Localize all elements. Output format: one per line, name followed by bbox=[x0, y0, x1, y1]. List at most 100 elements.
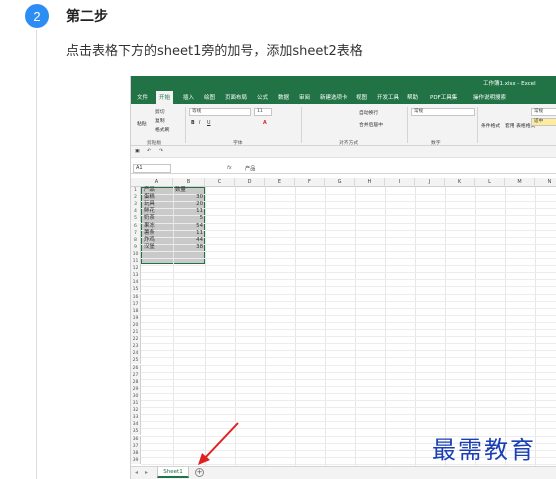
font-size-select[interactable]: 11 bbox=[254, 108, 272, 116]
tab-page-layout[interactable]: 页面布局 bbox=[225, 93, 247, 101]
column-header[interactable]: I bbox=[385, 178, 415, 187]
table-cell[interactable]: 奶茶 bbox=[144, 215, 155, 222]
italic-button[interactable]: I bbox=[199, 121, 200, 126]
row-header[interactable]: 32 bbox=[131, 407, 141, 415]
row-header[interactable]: 13 bbox=[131, 272, 141, 280]
column-header[interactable]: F bbox=[295, 178, 325, 187]
column-header[interactable]: L bbox=[475, 178, 505, 187]
column-header[interactable]: N bbox=[535, 178, 556, 187]
prev-sheet-icon[interactable]: ◂ bbox=[135, 469, 138, 476]
save-icon[interactable]: ▣ bbox=[135, 149, 140, 154]
tab-file[interactable]: 文件 bbox=[137, 93, 148, 101]
row-header[interactable]: 28 bbox=[131, 378, 141, 386]
cut-button[interactable]: 剪切 bbox=[155, 108, 165, 115]
fx-icon[interactable]: fx bbox=[227, 165, 232, 171]
row-header[interactable]: 15 bbox=[131, 286, 141, 294]
font-color-button[interactable]: A bbox=[263, 121, 267, 126]
table-cell[interactable]: 20 bbox=[173, 201, 203, 208]
row-header[interactable]: 26 bbox=[131, 364, 141, 372]
row-header[interactable]: 4 bbox=[131, 208, 141, 216]
tab-formulas[interactable]: 公式 bbox=[257, 93, 268, 101]
formula-input[interactable]: 产品 bbox=[245, 165, 255, 172]
row-header[interactable]: 18 bbox=[131, 307, 141, 315]
row-header[interactable]: 31 bbox=[131, 400, 141, 407]
table-cell[interactable]: 30 bbox=[173, 194, 203, 201]
row-header[interactable]: 6 bbox=[131, 222, 141, 230]
row-header[interactable]: 39 bbox=[131, 456, 141, 464]
row-header[interactable]: 35 bbox=[131, 428, 141, 436]
row-header[interactable]: 23 bbox=[131, 343, 141, 351]
row-header[interactable]: 34 bbox=[131, 421, 141, 429]
tab-developer[interactable]: 开发工具 bbox=[377, 93, 399, 101]
row-header[interactable]: 30 bbox=[131, 392, 141, 400]
copy-button[interactable]: 复制 bbox=[155, 117, 165, 124]
row-header[interactable]: 11 bbox=[131, 258, 141, 265]
column-header[interactable]: H bbox=[355, 178, 385, 187]
column-header[interactable]: E bbox=[265, 178, 295, 187]
style-neutral[interactable]: 适中 bbox=[531, 118, 556, 126]
tab-draw[interactable]: 绘图 bbox=[204, 93, 215, 101]
row-header[interactable]: 27 bbox=[131, 371, 141, 379]
table-cell[interactable]: 54 bbox=[173, 223, 203, 230]
table-cell[interactable]: 果冻 bbox=[144, 223, 155, 230]
column-header[interactable]: K bbox=[445, 178, 475, 187]
paste-button[interactable]: 粘贴 bbox=[137, 120, 147, 127]
row-header[interactable]: 10 bbox=[131, 250, 141, 258]
column-header[interactable]: B bbox=[173, 178, 205, 187]
conditional-format-button[interactable]: 条件格式 bbox=[481, 122, 500, 129]
redo-icon[interactable]: ↷ bbox=[159, 149, 163, 154]
tab-insert[interactable]: 插入 bbox=[183, 93, 194, 101]
row-header[interactable]: 5 bbox=[131, 215, 141, 223]
row-header[interactable]: 9 bbox=[131, 243, 141, 251]
row-header[interactable]: 17 bbox=[131, 300, 141, 308]
row-header[interactable]: 16 bbox=[131, 293, 141, 301]
table-cell[interactable]: 汉堡 bbox=[144, 244, 155, 251]
table-cell[interactable]: 数量 bbox=[175, 187, 186, 194]
row-header[interactable]: 37 bbox=[131, 442, 141, 450]
column-header[interactable]: G bbox=[325, 178, 355, 187]
tab-new[interactable]: 新建选项卡 bbox=[320, 93, 348, 101]
row-header[interactable]: 19 bbox=[131, 314, 141, 322]
add-sheet-button[interactable]: + bbox=[195, 468, 204, 477]
table-cell[interactable]: 44 bbox=[173, 237, 203, 244]
tab-home[interactable]: 开始 bbox=[156, 91, 174, 104]
row-header[interactable]: 14 bbox=[131, 279, 141, 287]
row-header[interactable]: 29 bbox=[131, 385, 141, 393]
table-cell[interactable]: 38 bbox=[173, 244, 203, 251]
bold-button[interactable]: B bbox=[191, 121, 195, 126]
wrap-text-button[interactable]: 自动换行 bbox=[359, 109, 378, 116]
tab-view[interactable]: 视图 bbox=[356, 93, 367, 101]
row-header[interactable]: 36 bbox=[131, 435, 141, 443]
row-header[interactable]: 33 bbox=[131, 414, 141, 422]
format-painter-button[interactable]: 格式刷 bbox=[155, 126, 169, 133]
row-header[interactable]: 1 bbox=[131, 187, 141, 194]
row-header[interactable]: 38 bbox=[131, 449, 141, 457]
tab-review[interactable]: 审阅 bbox=[299, 93, 310, 101]
sheet-tab-sheet1[interactable]: Sheet1 bbox=[157, 467, 189, 478]
tab-data[interactable]: 数据 bbox=[278, 93, 289, 101]
row-header[interactable]: 20 bbox=[131, 321, 141, 329]
column-header[interactable]: D bbox=[235, 178, 265, 187]
underline-button[interactable]: U bbox=[207, 121, 211, 126]
row-header[interactable]: 25 bbox=[131, 357, 141, 365]
table-cell[interactable]: 炸鸡 bbox=[144, 237, 155, 244]
tell-me-search[interactable]: 操作说明搜索 bbox=[473, 93, 506, 101]
row-header[interactable]: 3 bbox=[131, 201, 141, 209]
tab-help[interactable]: 帮助 bbox=[407, 93, 418, 101]
number-format-select[interactable]: 常规 bbox=[411, 108, 475, 116]
style-normal[interactable]: 常规 bbox=[531, 108, 556, 116]
tab-pdf-tools[interactable]: PDF工具集 bbox=[430, 93, 457, 101]
font-name-select[interactable]: 等线 bbox=[189, 108, 251, 116]
column-header[interactable]: J bbox=[415, 178, 445, 187]
table-cell[interactable]: 11 bbox=[173, 208, 203, 215]
row-header[interactable]: 7 bbox=[131, 229, 141, 237]
table-cell[interactable]: 5 bbox=[173, 215, 203, 222]
row-header[interactable]: 8 bbox=[131, 236, 141, 244]
next-sheet-icon[interactable]: ▸ bbox=[145, 469, 148, 476]
row-header[interactable]: 21 bbox=[131, 329, 141, 336]
column-header[interactable]: C bbox=[205, 178, 235, 187]
column-header[interactable]: A bbox=[141, 178, 173, 187]
undo-icon[interactable]: ↶ bbox=[147, 149, 151, 154]
row-header[interactable]: 2 bbox=[131, 194, 141, 202]
row-header[interactable]: 22 bbox=[131, 336, 141, 344]
